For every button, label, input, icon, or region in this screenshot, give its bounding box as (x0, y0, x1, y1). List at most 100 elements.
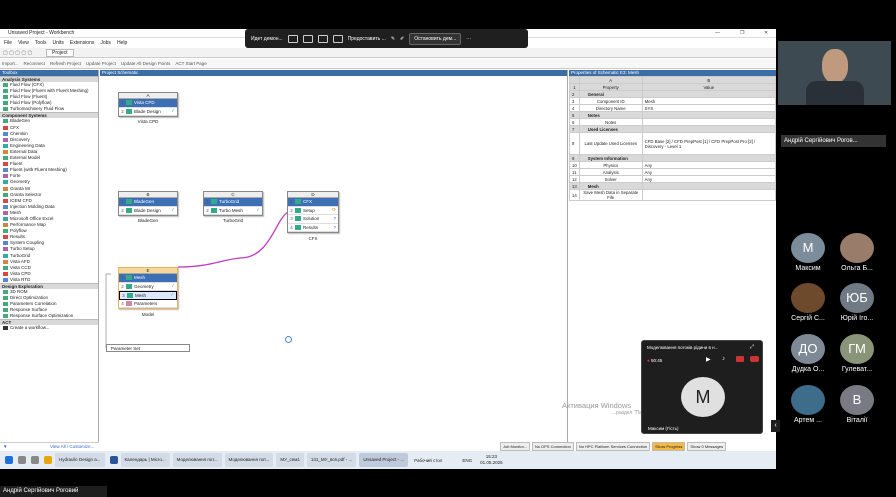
property-row[interactable]: 3 Component ID Mesh (569, 97, 776, 105)
property-row[interactable]: 5 Notes (569, 111, 776, 119)
share-icon[interactable] (736, 356, 744, 362)
close-icon[interactable]: ✕ (764, 30, 768, 36)
system-row[interactable]: 2 Setup ⟳ (288, 207, 338, 215)
taskbar-app[interactable]: Hydraulic Design a... (55, 453, 105, 467)
start-icon[interactable] (5, 456, 13, 464)
system-label[interactable]: Model (118, 312, 178, 317)
system-row[interactable]: 4 Results? (288, 224, 338, 232)
pen-icon[interactable]: ✎ (391, 36, 395, 42)
system-label[interactable]: Vista CPD (118, 119, 178, 124)
property-row[interactable]: 14 Save Mesh Data in Separate File (569, 189, 776, 201)
chevron-left-icon[interactable]: ‹ (771, 420, 780, 432)
show-progress-button[interactable]: Show Progress (652, 442, 686, 451)
system-b[interactable]: B 1 BladeGen 2 Blade Design ✓ (118, 191, 178, 216)
tab-project[interactable]: Project (46, 49, 74, 57)
participant-avatar[interactable]: М (791, 233, 825, 263)
property-row[interactable]: 4 Directory Name SYS (569, 104, 776, 112)
parameter-set-block[interactable]: Parameter Set (106, 344, 190, 352)
annotate-icon[interactable] (302, 34, 313, 43)
participant-avatar[interactable] (791, 283, 825, 313)
property-value[interactable]: Value (641, 83, 776, 91)
language-indicator[interactable]: ENG (462, 458, 472, 463)
property-row[interactable]: 10 Physics Any (569, 161, 776, 169)
property-row[interactable]: 9 System Information (569, 154, 776, 162)
property-row[interactable]: 6 Notes (569, 118, 776, 126)
more-icon[interactable]: ⋯ (466, 36, 471, 42)
system-row[interactable]: 1 BladeGen (119, 198, 177, 207)
presenter-video[interactable] (778, 41, 891, 105)
act-start-page-button[interactable]: ACT Start Page (175, 59, 206, 68)
menu-jobs[interactable]: Jobs (100, 39, 111, 47)
hpc-status[interactable]: No HPC Platform Services Connection (575, 442, 651, 451)
property-value[interactable]: CFD Base [2] / CFD PrepPost [1] / CFD Pr… (641, 132, 776, 155)
taskbar-app[interactable]: Моделювання пот... (172, 453, 222, 467)
property-row[interactable]: 1 Property Value (569, 83, 776, 91)
system-label[interactable]: CFX (287, 236, 339, 241)
system-row[interactable]: 4 Parameters (119, 300, 177, 308)
reconnect-button[interactable]: Reconnect (24, 59, 46, 68)
view-icon[interactable] (287, 34, 298, 43)
minimize-icon[interactable]: — (715, 30, 720, 36)
system-row[interactable]: 1 Vista CPD (119, 99, 177, 108)
menu-view[interactable]: View (18, 39, 29, 47)
update-all-design-points-button[interactable]: Update All Design Points (121, 59, 171, 68)
system-row[interactable]: 2 Blade Design ✓ (119, 108, 177, 116)
system-row[interactable]: 1 CFX (288, 198, 338, 207)
import-button[interactable]: Import... (2, 59, 19, 68)
system-row[interactable]: 2 Turbo Mesh ✓ (204, 207, 262, 215)
property-value[interactable]: Any (641, 168, 776, 176)
participant-avatar[interactable]: ДО (791, 334, 825, 364)
project-schematic[interactable]: Project Schematic A 1 Vista CPD 2 Blade De… (100, 70, 568, 451)
update-project-button[interactable]: Update Project (86, 59, 116, 68)
expand-icon[interactable]: ⤢ (750, 344, 754, 350)
pencil-icon[interactable]: ✐ (400, 36, 404, 42)
menu-help[interactable]: Help (117, 39, 127, 47)
menu-units[interactable]: Units (53, 39, 64, 47)
show-messages-button[interactable]: Show 0 Messages (687, 442, 727, 451)
menu-extensions[interactable]: Extensions (70, 39, 94, 47)
property-row[interactable]: 7 Used Licenses (569, 125, 776, 133)
property-value[interactable]: SYS (641, 104, 776, 112)
property-value[interactable] (641, 111, 776, 119)
property-value[interactable] (641, 90, 776, 98)
property-row[interactable]: 8 Last Update Used Licenses CFD Base [2] /… (569, 132, 776, 155)
participant-avatar[interactable] (840, 233, 874, 263)
system-label[interactable]: BladeGen (118, 218, 178, 223)
property-value[interactable] (641, 125, 776, 133)
menu-tools[interactable]: Tools (35, 39, 47, 47)
menu-file[interactable]: File (4, 39, 12, 47)
system-row[interactable]: 1 TurboGrid (204, 198, 262, 207)
property-row[interactable]: 12 Solver Any (569, 175, 776, 183)
property-value[interactable]: Mesh (641, 97, 776, 105)
taskbar-app[interactable]: Моделювання пот... (224, 453, 274, 467)
participant-avatar[interactable]: ЮБ (840, 283, 874, 313)
participant-avatar[interactable]: В (840, 385, 874, 415)
toolbox-item[interactable]: Response Surface Optimization (0, 313, 98, 319)
mic-icon[interactable]: ♪ (722, 356, 725, 362)
explorer-icon[interactable] (44, 456, 52, 464)
taskbar-app[interactable]: 131_МУ_вс6.pdf - ... (306, 453, 357, 467)
desktop-label[interactable]: Рабочий стол (414, 458, 442, 463)
camera-icon[interactable]: ▶ (706, 356, 711, 363)
participant-avatar[interactable]: ГМ (840, 334, 874, 364)
taskbar-app-active[interactable]: Unsaved Project - ... (359, 453, 409, 467)
filter-icon[interactable]: ▼ (3, 444, 7, 449)
property-value[interactable]: Any (641, 161, 776, 169)
system-c[interactable]: C 1 TurboGrid 2 Turbo Mesh ✓ (203, 191, 263, 216)
system-a[interactable]: A 1 Vista CPD 2 Blade Design ✓ (118, 92, 178, 117)
search-icon[interactable] (18, 456, 26, 464)
dps-status[interactable]: No DPS Connection (532, 442, 574, 451)
stop-sharing-button[interactable]: Остановить дем... (409, 32, 462, 45)
toolbar-icons[interactable]: ▢ ▢ ▢ ▢ ▢ (3, 50, 32, 56)
system-label[interactable]: TurboGrid (203, 218, 263, 223)
task-view-icon[interactable] (31, 456, 39, 464)
system-d[interactable]: D 1 CFX 2 Setup ⟳ 3 Solution? 4 Results? (287, 191, 339, 233)
property-value[interactable] (641, 189, 776, 201)
property-row[interactable]: 13 Mesh (569, 182, 776, 190)
taskbar-app[interactable]: Календарь | Micro... (120, 453, 170, 467)
toolbox-item[interactable]: Turbomachinery Fluid Flow (0, 106, 98, 112)
word-icon[interactable] (109, 456, 118, 464)
provide-button[interactable]: Предоставить ... (348, 36, 386, 42)
property-value[interactable] (641, 182, 776, 190)
view-all-link[interactable]: View All / Customize... (50, 444, 94, 449)
